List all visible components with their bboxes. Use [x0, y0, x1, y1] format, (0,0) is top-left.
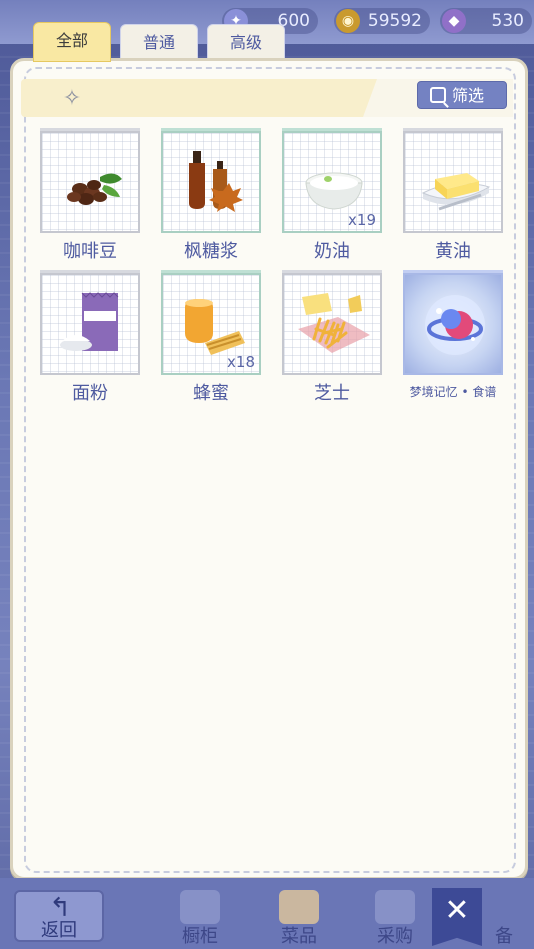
- cream-bowl-icon: [305, 172, 363, 210]
- dishes-icon: [279, 890, 319, 924]
- filter-button[interactable]: 筛选: [417, 81, 507, 109]
- gold-coin-icon: ◉: [336, 9, 360, 33]
- item-card: x19: [282, 131, 382, 233]
- currency-value: 59592: [367, 11, 422, 31]
- item-name: 咖啡豆: [63, 241, 117, 262]
- nav-purchase[interactable]: 采购: [350, 890, 440, 947]
- item-name: 蜂蜜: [193, 383, 229, 404]
- item-name: 面粉: [72, 383, 108, 404]
- filter-icon: [430, 87, 446, 103]
- item-name: 奶油: [314, 241, 350, 262]
- item-name: 枫糖浆: [184, 241, 238, 262]
- nav-cupboard[interactable]: 橱柜: [155, 890, 245, 947]
- flour-bag-icon: [60, 292, 119, 351]
- butter-icon: [421, 173, 491, 211]
- diamond-plus-icon: ◆: [442, 9, 466, 33]
- nav-label: 橱柜: [182, 926, 218, 947]
- currency-value: 530: [491, 11, 524, 31]
- coffee-beans-icon: [67, 173, 122, 205]
- tab-normal[interactable]: 普通: [120, 24, 198, 60]
- inventory-panel: ✧ 筛选 咖啡豆 枫糖浆 x19 奶油 黄油 面粉 x18 蜂蜜 芝士 梦境记忆…: [10, 58, 528, 880]
- item-card: [161, 131, 261, 233]
- item-name: 芝士: [314, 383, 350, 404]
- back-button[interactable]: ↰ 返回: [14, 890, 104, 942]
- nav-label: 采购: [377, 926, 413, 947]
- nav-label: 备: [495, 926, 513, 947]
- item-card: [282, 273, 382, 375]
- star-decoration-icon: ✧: [62, 86, 82, 111]
- currency-gold[interactable]: ◉ 59592: [334, 8, 430, 34]
- filter-label: 筛选: [452, 86, 485, 105]
- maple-syrup-icon: [189, 151, 243, 212]
- dream-memory-recipe-icon: [425, 295, 485, 355]
- cheese-icon: [298, 293, 370, 353]
- item-card: [403, 273, 503, 375]
- item-name: 黄油: [435, 241, 471, 262]
- item-card: [40, 131, 140, 233]
- nav-label: 菜品: [281, 926, 317, 947]
- item-quantity: x19: [348, 211, 376, 229]
- close-icon: ✕: [444, 893, 470, 928]
- tab-advanced[interactable]: 高级: [207, 24, 285, 60]
- purchase-icon: [375, 890, 415, 924]
- cupboard-icon: [180, 890, 220, 924]
- item-card: [403, 131, 503, 233]
- nav-dishes[interactable]: 菜品: [254, 890, 344, 947]
- close-button[interactable]: ✕: [432, 888, 482, 946]
- tab-all[interactable]: 全部: [33, 22, 111, 62]
- item-name: 梦境记忆 • 食谱: [409, 385, 497, 399]
- item-card: [40, 273, 140, 375]
- currency-diamond[interactable]: ◆ 530: [440, 8, 532, 34]
- back-label: 返回: [41, 920, 77, 941]
- item-quantity: x18: [227, 353, 255, 371]
- item-card: x18: [161, 273, 261, 375]
- honey-jar-icon: [185, 299, 245, 355]
